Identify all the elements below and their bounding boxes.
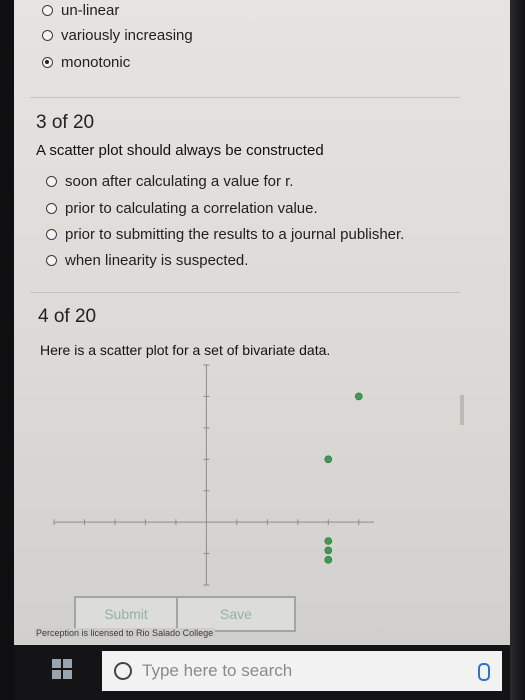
q2-option-label: variously increasing [61,27,193,44]
microphone-icon[interactable] [478,663,490,681]
divider [30,292,460,293]
quiz-screen: un-linear variously increasing monotonic… [14,0,510,645]
q3-option-label: prior to submitting the results to a jou… [65,226,405,243]
q3-number: 3 of 20 [36,112,95,133]
q3-option-2[interactable]: prior to submitting the results to a jou… [46,226,404,243]
scatter-point [324,556,333,564]
scatter-point [324,537,333,545]
radio-selected-icon[interactable] [42,57,53,68]
q3-option-3[interactable]: when linearity is suspected. [46,252,248,269]
scatter-point [354,392,363,401]
q3-option-0[interactable]: soon after calculating a value for r. [46,173,293,190]
q3-option-1[interactable]: prior to calculating a correlation value… [46,200,318,217]
taskbar: Type here to search [14,645,510,700]
submit-button[interactable]: Submit [74,596,178,632]
q2-option-label: monotonic [61,54,131,71]
radio-icon[interactable] [46,255,57,266]
radio-icon[interactable] [46,176,57,187]
taskbar-search-box[interactable]: Type here to search [102,651,502,691]
q4-number: 4 of 20 [38,306,97,327]
windows-start-icon[interactable] [52,659,72,679]
radio-icon[interactable] [46,203,57,214]
divider [30,97,460,98]
search-placeholder: Type here to search [142,661,293,680]
scatter-point [324,455,333,464]
q3-option-label: when linearity is suspected. [65,252,249,269]
radio-icon[interactable] [46,229,57,240]
q2-option-1[interactable]: variously increasing [42,27,193,44]
q3-text: A scatter plot should always be construc… [36,142,324,159]
q3-option-label: prior to calculating a correlation value… [65,200,318,217]
q2-option-0[interactable]: un-linear [42,2,119,19]
scrollbar-thumb[interactable] [460,395,464,425]
q2-option-label: un-linear [61,2,120,19]
radio-icon[interactable] [42,30,53,41]
scatter-plot [53,364,374,586]
save-button[interactable]: Save [176,596,296,632]
q2-option-2[interactable]: monotonic [42,54,130,71]
cortana-circle-icon[interactable] [114,662,132,680]
license-note: Perception is licensed to Rio Salado Col… [34,628,216,638]
scatter-point [324,546,333,555]
radio-icon[interactable] [42,5,53,16]
device-bezel [510,0,525,700]
q3-option-label: soon after calculating a value for r. [65,173,294,190]
